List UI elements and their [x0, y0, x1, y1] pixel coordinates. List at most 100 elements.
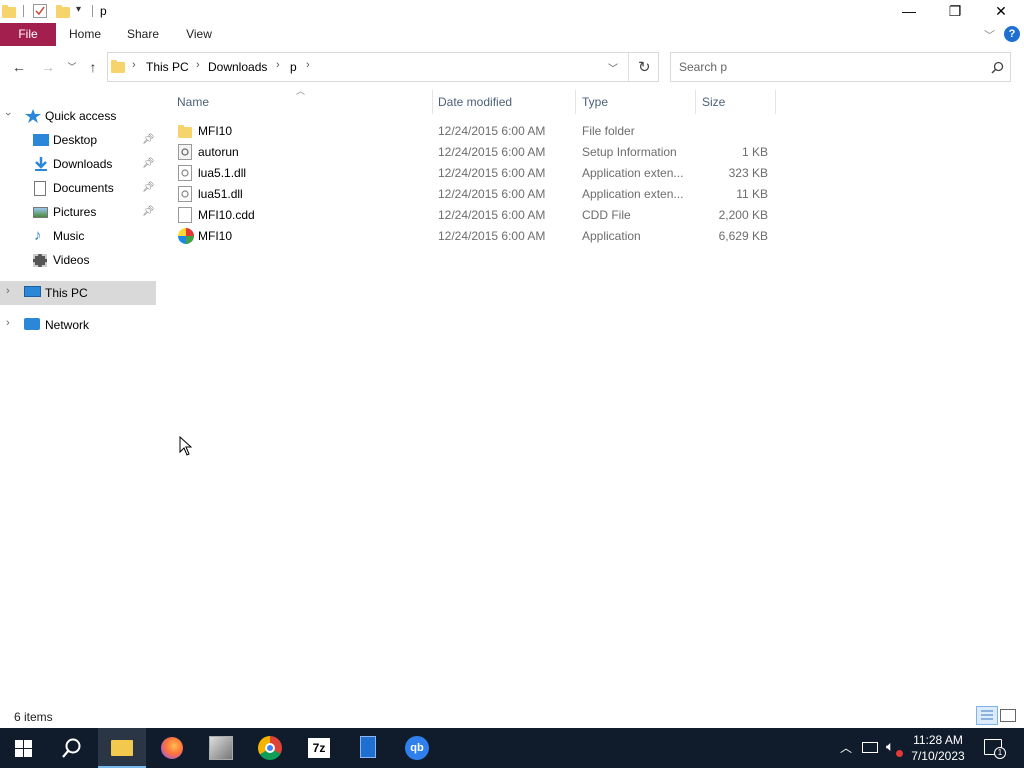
file-row[interactable]: lua51.dll 12/24/2015 6:00 AM Application…: [170, 183, 780, 204]
column-size[interactable]: Size: [695, 90, 775, 114]
address-history-icon[interactable]: ﹀: [608, 60, 618, 75]
downloads-icon: [35, 157, 47, 171]
documents-icon: [34, 181, 46, 196]
start-icon: [15, 740, 32, 757]
divider: [628, 53, 629, 81]
file-row[interactable]: MFI10 12/24/2015 6:00 AM File folder: [170, 120, 780, 141]
file-row[interactable]: lua5.1.dll 12/24/2015 6:00 AM Applicatio…: [170, 162, 780, 183]
file-name: lua51.dll: [198, 187, 243, 201]
network-icon: [24, 318, 40, 330]
file-icon: [178, 207, 192, 223]
new-folder-icon[interactable]: [56, 4, 70, 18]
star-icon: [25, 109, 41, 123]
tab-share[interactable]: Share: [120, 23, 166, 46]
7zip-icon: 7z: [308, 738, 330, 758]
large-icons-view-button[interactable]: [1000, 709, 1016, 722]
tab-view[interactable]: View: [178, 23, 220, 46]
taskbar-chrome[interactable]: [246, 728, 294, 768]
help-icon[interactable]: ?: [1004, 26, 1020, 42]
computer-icon: [24, 286, 41, 297]
file-type: Application exten...: [582, 166, 684, 180]
videos-icon: [33, 254, 47, 267]
chevron-right-icon[interactable]: ›: [306, 59, 310, 71]
close-button[interactable]: ✕: [978, 0, 1024, 23]
nav-item-documents[interactable]: Documents 📌︎: [0, 176, 156, 200]
desktop-icon: [33, 134, 49, 146]
column-name[interactable]: Name: [170, 90, 432, 114]
taskbar-calculator[interactable]: [344, 728, 392, 768]
app-icon: [178, 228, 194, 244]
dll-icon: [178, 186, 192, 202]
customize-toolbar-icon[interactable]: ▾: [76, 4, 81, 15]
taskbar-qbittorrent[interactable]: qb: [393, 728, 441, 768]
tab-file[interactable]: File: [0, 23, 56, 46]
file-size: 2,200 KB: [718, 208, 768, 222]
chevron-right-icon[interactable]: ›: [132, 59, 136, 71]
taskbar-app[interactable]: [197, 728, 245, 768]
file-row[interactable]: MFI10.cdd 12/24/2015 6:00 AM CDD File 2,…: [170, 204, 780, 225]
nav-item-this-pc[interactable]: › This PC: [0, 281, 156, 305]
notification-count: 1: [994, 747, 1006, 759]
folder-icon: [2, 4, 16, 18]
show-hidden-icons-icon[interactable]: ︿: [840, 739, 852, 756]
file-row[interactable]: MFI10 12/24/2015 6:00 AM Application 6,6…: [170, 225, 780, 246]
breadcrumb-this-pc[interactable]: This PC: [146, 60, 189, 74]
chevron-down-icon[interactable]: ›: [2, 112, 14, 116]
address-bar[interactable]: › This PC › Downloads › p › ﹀ ↻: [107, 52, 659, 82]
dll-icon: [178, 165, 192, 181]
nav-item-desktop[interactable]: Desktop 📌︎: [0, 128, 156, 152]
taskbar-file-explorer[interactable]: [98, 728, 146, 768]
nav-item-label: Network: [45, 318, 90, 332]
item-count: 6 items: [14, 710, 53, 724]
notifications-icon[interactable]: 1: [984, 739, 1006, 759]
pin-icon: 📌︎: [142, 182, 155, 193]
maximize-button[interactable]: ❐: [932, 0, 978, 23]
minimize-button[interactable]: —: [886, 0, 932, 23]
file-row[interactable]: autorun 12/24/2015 6:00 AM Setup Informa…: [170, 141, 780, 162]
chevron-right-icon[interactable]: ›: [6, 317, 10, 329]
taskbar-firefox[interactable]: [148, 728, 196, 768]
search-box[interactable]: [670, 52, 1011, 82]
clock[interactable]: 11:28 AM 7/10/2023: [905, 732, 971, 764]
search-icon[interactable]: [991, 61, 1004, 74]
chevron-right-icon[interactable]: ›: [6, 285, 10, 297]
recent-locations-button[interactable]: ﹀: [62, 58, 82, 76]
breadcrumb-downloads[interactable]: Downloads: [208, 60, 267, 74]
nav-quick-access[interactable]: › Quick access: [0, 104, 156, 128]
network-icon[interactable]: [862, 742, 878, 753]
file-name: MFI10: [198, 229, 233, 243]
forward-button[interactable]: →: [38, 58, 58, 76]
nav-item-network[interactable]: › Network: [0, 313, 156, 337]
nav-item-music[interactable]: ♪ Music: [0, 224, 156, 248]
nav-item-videos[interactable]: Videos: [0, 248, 156, 272]
search-input[interactable]: [679, 59, 979, 75]
column-divider[interactable]: [775, 90, 776, 114]
file-date: 12/24/2015 6:00 AM: [438, 187, 546, 201]
breadcrumb-p[interactable]: p: [290, 60, 297, 74]
volume-muted-icon[interactable]: 🔈︎: [886, 738, 894, 755]
file-type: File folder: [582, 124, 635, 138]
column-date-modified[interactable]: Date modified: [431, 90, 575, 114]
window-title: p: [100, 4, 107, 18]
details-view-button[interactable]: [976, 706, 998, 725]
back-button[interactable]: ←: [9, 58, 29, 76]
column-type[interactable]: Type: [575, 90, 695, 114]
file-size: 1 KB: [741, 145, 768, 159]
folder-icon: [178, 123, 192, 139]
expand-ribbon-icon[interactable]: ﹀: [984, 27, 995, 43]
up-button[interactable]: ↑: [83, 58, 103, 76]
setup-info-icon: [178, 144, 192, 160]
pin-icon: 📌︎: [142, 158, 155, 169]
properties-icon[interactable]: [33, 4, 47, 18]
tab-home[interactable]: Home: [62, 23, 108, 46]
nav-item-pictures[interactable]: Pictures 📌︎: [0, 200, 156, 224]
taskbar-search-button[interactable]: [48, 728, 96, 768]
taskbar-7zip[interactable]: 7z: [295, 728, 343, 768]
start-button[interactable]: [0, 728, 48, 768]
nav-item-downloads[interactable]: Downloads 📌︎: [0, 152, 156, 176]
nav-item-label: Downloads: [53, 157, 113, 171]
chevron-right-icon[interactable]: ›: [196, 59, 200, 71]
chevron-right-icon[interactable]: ›: [276, 59, 280, 71]
refresh-icon[interactable]: ↻: [638, 58, 651, 76]
app-icon: [209, 736, 233, 760]
